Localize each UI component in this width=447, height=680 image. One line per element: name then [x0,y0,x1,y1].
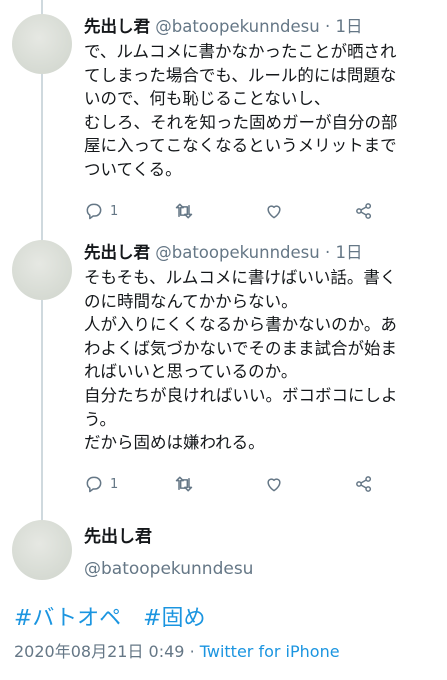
tweet-actions: 1 [84,199,374,223]
reply-button[interactable]: 1 [84,472,118,496]
tweet-text-line: てしまった場合でも、ルール的には問題な [84,65,397,85]
tweet-text-line: う。 [84,409,117,429]
tweet-date: 2020年08月21日 0:49 [14,642,185,661]
avatar[interactable] [12,520,72,580]
tweet-text-line: わよくば気づかないでそのまま試合が始ま [84,338,398,358]
avatar[interactable] [12,14,72,74]
tweet-actions: 1 [84,472,374,496]
tweet-text-line: いので、何も恥じることないし、 [84,89,331,109]
like-icon [267,478,281,492]
main-tweet: 先出し君 @batoopekunndesu #バトオペ #固め 2020年08月2… [0,512,447,680]
share-icon [356,203,372,219]
separator-dot: · [189,642,195,661]
share-button[interactable] [354,472,374,496]
retweet-button[interactable] [174,199,194,223]
like-button[interactable] [264,472,284,496]
reply-count: 1 [110,203,119,219]
retweet-icon [175,476,193,492]
timestamp[interactable]: 1日 [335,243,362,262]
tweet-text-line: のに時間なんてかからない。 [84,291,298,311]
share-button[interactable] [354,199,374,223]
reply-button[interactable]: 1 [84,199,118,223]
tweet-meta: 2020年08月21日 0:49 · Twitter for iPhone [14,638,340,662]
tweet[interactable]: 先出し君 @batoopekunndesu · 1日 で、ルムコメに書かなかった… [0,0,447,230]
timestamp[interactable]: 1日 [335,17,362,36]
user-handle[interactable]: @batoopekunndesu [155,17,319,36]
avatar[interactable] [12,240,72,300]
tweet-text-line: 屋に入ってこなくなるというメリットまで [84,136,397,156]
tweet-text-line: むしろ、それを知った固めガーが自分の部 [84,112,398,132]
tweet-text-line: で、ルムコメに書かなかったことが晒され [84,42,397,61]
tweet[interactable]: 先出し君 @batoopekunndesu · 1日 そもそも、ルムコメに書けば… [0,232,447,507]
hashtag-link[interactable]: #固め [143,606,205,631]
tweet-header: 先出し君 @batoopekunndesu · 1日 [84,16,437,38]
retweet-button[interactable] [174,472,194,496]
hashtag-link[interactable]: #バトオペ [14,606,121,631]
reply-icon [86,203,102,220]
reply-icon [86,476,102,493]
like-icon [267,205,281,219]
retweet-icon [175,203,193,219]
source-link[interactable]: Twitter for iPhone [200,642,340,661]
user-handle[interactable]: @batoopekunndesu [155,243,319,262]
tweet-text-line: そもそも、ルムコメに書けばいい話。書く [84,268,397,287]
tweet-text-line: ついてくる。 [84,159,182,179]
hashtag-list: #バトオペ #固め [14,600,228,632]
display-name[interactable]: 先出し君 [84,243,150,262]
share-icon [356,476,372,492]
tweet-text-line: だから固めは嫌われる。 [84,433,265,453]
separator-dot: · [324,243,331,262]
reply-count: 1 [110,476,119,492]
tweet-text: そもそも、ルムコメに書けばいい話。書く のに時間なんてかからない。 人が入りにく… [84,266,437,455]
like-button[interactable] [264,199,284,223]
tweet-header: 先出し君 @batoopekunndesu · 1日 [84,242,437,264]
tweet-text-line: 自分たちが良ければいい。ボコボコにしよ [84,385,398,405]
display-name[interactable]: 先出し君 [84,526,152,548]
separator-dot: · [324,17,331,36]
display-name[interactable]: 先出し君 [84,17,150,36]
tweet-text-line: ればいいと思っているのか。 [84,362,298,382]
tweet-text: で、ルムコメに書かなかったことが晒され てしまった場合でも、ルール的には問題な … [84,40,437,182]
user-handle[interactable]: @batoopekunndesu [84,558,253,580]
tweet-text-line: 人が入りにくくなるから書かないのか。あ [84,315,397,335]
